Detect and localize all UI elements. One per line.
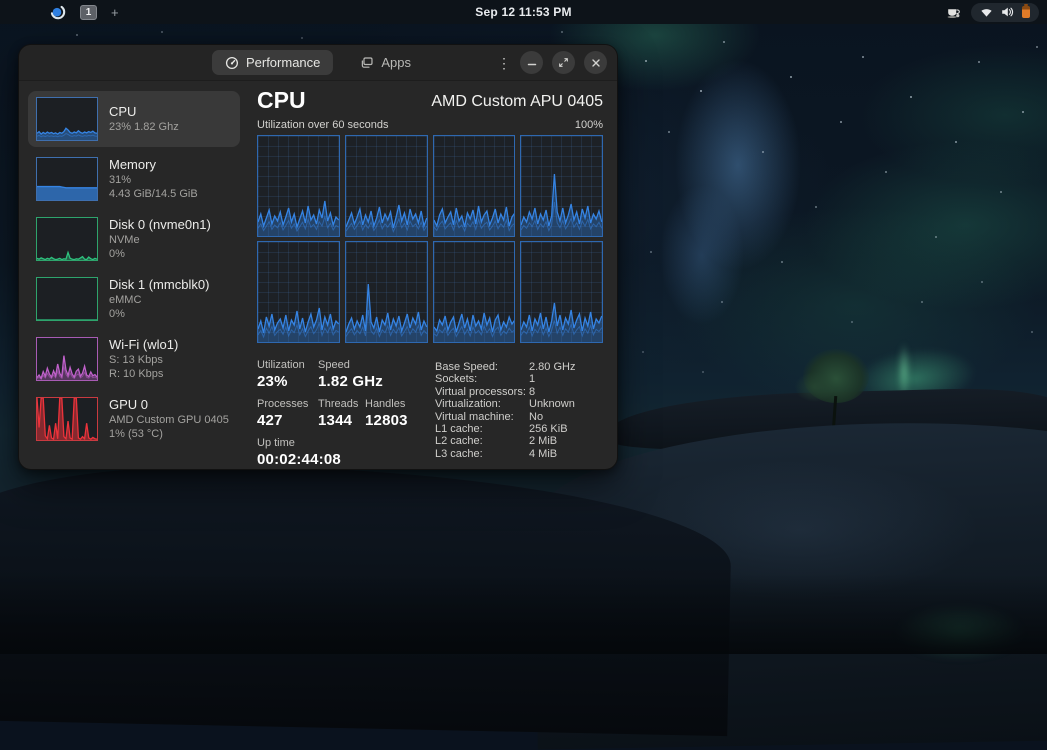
virtual-machine-label: Virtual machine: bbox=[435, 411, 529, 423]
wifi-mini-chart bbox=[36, 337, 98, 381]
virtual-processors-label: Virtual processors: bbox=[435, 386, 529, 398]
sidebar-disk1-type: eMMC bbox=[109, 293, 209, 307]
core-graph-1 bbox=[345, 135, 428, 237]
memory-mini-chart bbox=[36, 157, 98, 201]
activities-icon[interactable] bbox=[50, 4, 66, 20]
speed-label: Speed bbox=[318, 359, 383, 372]
windows-icon bbox=[360, 56, 374, 70]
l3-cache-label: L3 cache: bbox=[435, 448, 529, 460]
wifi-icon bbox=[980, 6, 993, 18]
sidebar-item-gpu[interactable]: GPU 0 AMD Custom GPU 0405 1% (53 °C) bbox=[28, 391, 240, 447]
virtual-processors-value: 8 bbox=[529, 386, 535, 398]
disk1-mini-chart bbox=[36, 277, 98, 321]
system-top-bar: 1 + Sep 12 11:53 PM bbox=[0, 0, 1047, 24]
sockets-value: 1 bbox=[529, 373, 535, 385]
sidebar-item-disk1[interactable]: Disk 1 (mmcblk0) eMMC 0% bbox=[28, 271, 240, 327]
processes-value: 427 bbox=[257, 411, 318, 430]
sidebar-item-disk0[interactable]: Disk 0 (nvme0n1) NVMe 0% bbox=[28, 211, 240, 267]
l2-cache-label: L2 cache: bbox=[435, 435, 529, 447]
task-manager-window: Performance Apps ⋮ bbox=[18, 44, 618, 470]
uptime-label: Up time bbox=[257, 437, 341, 450]
per-core-graphs bbox=[257, 135, 603, 343]
sidebar-wifi-title: Wi-Fi (wlo1) bbox=[109, 337, 178, 353]
foreground-shadow bbox=[0, 574, 1047, 654]
threads-label: Threads bbox=[318, 398, 365, 411]
graph-scale-label: 100% bbox=[575, 119, 603, 132]
sidebar-disk1-percent: 0% bbox=[109, 307, 209, 321]
gpu-mini-chart bbox=[36, 397, 98, 441]
cpu-mini-chart bbox=[36, 97, 98, 141]
threads-value: 1344 bbox=[318, 411, 365, 430]
l2-cache-value: 2 MiB bbox=[529, 435, 557, 447]
sidebar-item-cpu[interactable]: CPU 23% 1.82 Ghz bbox=[28, 91, 240, 147]
l1-cache-label: L1 cache: bbox=[435, 423, 529, 435]
sockets-label: Sockets: bbox=[435, 373, 529, 385]
battery-icon bbox=[1022, 6, 1030, 18]
sidebar-gpu-title: GPU 0 bbox=[109, 397, 229, 413]
graph-caption: Utilization over 60 seconds bbox=[257, 119, 388, 132]
tree-silhouette-lower bbox=[795, 372, 835, 402]
speedometer-icon bbox=[225, 56, 239, 70]
uptime-value: 00:02:44:08 bbox=[257, 450, 341, 469]
tab-performance-label: Performance bbox=[246, 55, 320, 70]
cpu-stats: Utilization 23% Speed 1.82 GHz Processes… bbox=[257, 359, 432, 476]
tab-performance[interactable]: Performance bbox=[212, 50, 333, 75]
utilization-label: Utilization bbox=[257, 359, 318, 372]
core-graph-4 bbox=[257, 241, 340, 343]
tab-apps[interactable]: Apps bbox=[347, 50, 424, 75]
utilization-value: 23% bbox=[257, 372, 318, 391]
clock[interactable]: Sep 12 11:53 PM bbox=[475, 5, 571, 19]
sidebar-disk1-title: Disk 1 (mmcblk0) bbox=[109, 277, 209, 293]
sidebar-cpu-title: CPU bbox=[109, 104, 179, 120]
sidebar-memory-percent: 31% bbox=[109, 173, 198, 187]
minimize-button[interactable] bbox=[520, 51, 543, 74]
core-graph-0 bbox=[257, 135, 340, 237]
sidebar-disk0-percent: 0% bbox=[109, 247, 211, 261]
tab-apps-label: Apps bbox=[381, 55, 411, 70]
sidebar-item-wifi[interactable]: Wi-Fi (wlo1) S: 13 Kbps R: 10 Kbps bbox=[28, 331, 240, 387]
window-titlebar[interactable]: Performance Apps ⋮ bbox=[19, 45, 617, 81]
performance-sidebar: CPU 23% 1.82 Ghz Memory 31% 4.43 GiB/14.… bbox=[28, 91, 240, 451]
base-speed-value: 2.80 GHz bbox=[529, 361, 575, 373]
processes-label: Processes bbox=[257, 398, 318, 411]
handles-value: 12803 bbox=[365, 411, 408, 430]
caffeine-icon[interactable] bbox=[946, 5, 961, 19]
core-graph-5 bbox=[345, 241, 428, 343]
virtualization-label: Virtualization: bbox=[435, 398, 529, 410]
speed-value: 1.82 GHz bbox=[318, 372, 383, 391]
sidebar-gpu-name: AMD Custom GPU 0405 bbox=[109, 413, 229, 427]
handles-label: Handles bbox=[365, 398, 408, 411]
virtualization-value: Unknown bbox=[529, 398, 575, 410]
core-graph-2 bbox=[433, 135, 516, 237]
add-workspace-button[interactable]: + bbox=[111, 6, 119, 19]
virtual-machine-value: No bbox=[529, 411, 543, 423]
cpu-panel: CPU AMD Custom APU 0405 Utilization over… bbox=[257, 87, 603, 343]
base-speed-label: Base Speed: bbox=[435, 361, 529, 373]
page-title: CPU bbox=[257, 87, 306, 113]
core-graph-6 bbox=[433, 241, 516, 343]
core-graph-3 bbox=[520, 135, 603, 237]
close-button[interactable] bbox=[584, 51, 607, 74]
cpu-model-name: AMD Custom APU 0405 bbox=[431, 91, 603, 113]
l3-cache-value: 4 MiB bbox=[529, 448, 557, 460]
cpu-details: Base Speed:2.80 GHz Sockets:1 Virtual pr… bbox=[435, 361, 575, 460]
menu-kebab-icon[interactable]: ⋮ bbox=[497, 56, 511, 70]
sidebar-cpu-stats: 23% 1.82 Ghz bbox=[109, 120, 179, 134]
core-graph-7 bbox=[520, 241, 603, 343]
disk0-mini-chart bbox=[36, 217, 98, 261]
sidebar-wifi-send: S: 13 Kbps bbox=[109, 353, 178, 367]
sidebar-disk0-title: Disk 0 (nvme0n1) bbox=[109, 217, 211, 233]
sidebar-wifi-receive: R: 10 Kbps bbox=[109, 367, 178, 381]
system-tray[interactable] bbox=[971, 3, 1039, 22]
sidebar-item-memory[interactable]: Memory 31% 4.43 GiB/14.5 GiB bbox=[28, 151, 240, 207]
sidebar-memory-title: Memory bbox=[109, 157, 198, 173]
l1-cache-value: 256 KiB bbox=[529, 423, 568, 435]
volume-icon bbox=[1001, 6, 1014, 18]
workspace-indicator[interactable]: 1 bbox=[80, 5, 97, 20]
maximize-button[interactable] bbox=[552, 51, 575, 74]
sidebar-memory-usage: 4.43 GiB/14.5 GiB bbox=[109, 187, 198, 201]
sidebar-disk0-type: NVMe bbox=[109, 233, 211, 247]
view-tabs: Performance Apps bbox=[212, 50, 424, 75]
sidebar-gpu-stats: 1% (53 °C) bbox=[109, 427, 229, 441]
